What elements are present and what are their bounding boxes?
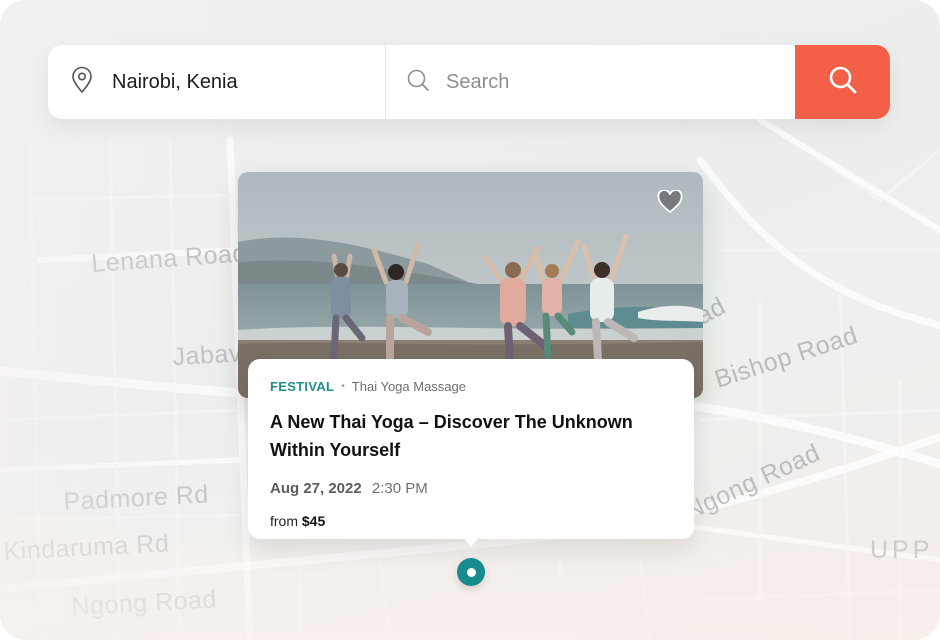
map-label: Bishop Road [711, 321, 861, 394]
price-amount: $45 [301, 513, 326, 529]
search-button[interactable] [795, 45, 890, 119]
query-field [386, 45, 795, 119]
event-card[interactable]: FESTIVAL • Thai Yoga Massage A New Thai … [248, 359, 694, 539]
map-marker-icon[interactable] [457, 558, 485, 586]
location-value: Nairobi, Kenia [112, 70, 238, 93]
favorite-button[interactable] [657, 189, 683, 214]
event-meta: FESTIVAL • Thai Yoga Massage [270, 379, 672, 394]
heart-icon [657, 189, 683, 218]
event-price: from $45 [270, 513, 672, 529]
search-icon [406, 68, 430, 97]
search-icon [828, 65, 858, 100]
search-bar: Nairobi, Kenia [48, 45, 890, 119]
map-label: Lenana Road [90, 239, 247, 278]
event-title[interactable]: A New Thai Yoga – Discover The Unknown W… [270, 408, 660, 464]
location-pin-icon [70, 66, 94, 99]
meta-separator: • [341, 381, 345, 392]
price-prefix: from [270, 513, 298, 529]
event-subcategory: Thai Yoga Massage [351, 379, 466, 394]
map-label: Padmore Rd [63, 480, 210, 516]
card-pointer [461, 535, 481, 547]
app-frame: Lenana Road Jabavu Padmore Rd Kindaruma … [0, 0, 940, 640]
map-label: Ngong Road [71, 585, 218, 621]
map-label: Kindaruma Rd [3, 529, 170, 566]
event-datetime: Aug 27, 2022 2:30 PM [270, 480, 672, 497]
location-field[interactable]: Nairobi, Kenia [48, 45, 386, 119]
event-date: Aug 27, 2022 [270, 480, 362, 497]
search-input[interactable] [446, 70, 746, 94]
event-category[interactable]: FESTIVAL [270, 379, 334, 394]
event-time: 2:30 PM [371, 480, 428, 497]
map-label: UPP [870, 536, 933, 564]
